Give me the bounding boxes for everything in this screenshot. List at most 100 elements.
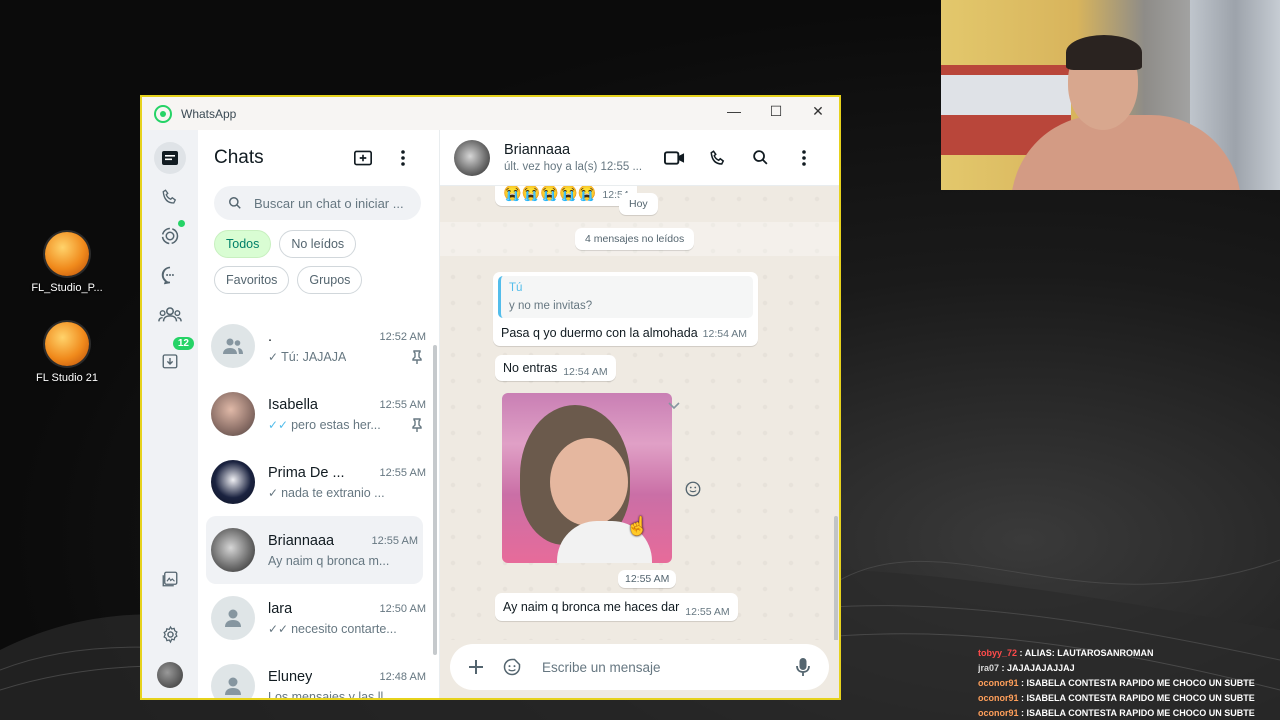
pin-icon (412, 349, 422, 364)
sticker-icon (503, 658, 521, 676)
chat-row-selected[interactable]: Briannaaa 12:55 AM Ay naim q bronca m... (206, 516, 423, 584)
video-call-button[interactable] (653, 150, 696, 166)
status-nav-button[interactable] (154, 220, 186, 252)
avatar (211, 460, 255, 504)
chat-preview: pero estas her... (291, 417, 381, 432)
conversation-header[interactable]: Briannaaa últ. vez hoy a la(s) 12:55 ... (440, 130, 839, 186)
maximize-button[interactable]: ☐ (755, 97, 797, 125)
settings-nav-button[interactable] (154, 618, 186, 650)
message-time: 12:55 AM (685, 606, 730, 618)
new-chat-icon (354, 150, 372, 166)
avatar (211, 392, 255, 436)
message-bubble-incoming[interactable]: Ay naim q bronca me haces dar 12:55 AM (495, 593, 738, 621)
contact-name: Briannaaa (504, 142, 571, 158)
stream-chat-line: tobyy_72 : ALIAS: LAUTAROSANROMAN (978, 648, 1154, 658)
conversation-scrollbar[interactable] (834, 516, 838, 640)
chat-name: . (268, 328, 273, 345)
group-avatar (211, 324, 255, 368)
chat-preview: necesito contarte... (291, 621, 397, 636)
desktop-icon-label: FL Studio 21 (36, 372, 98, 384)
message-time: 12:54 AM (563, 366, 608, 378)
archived-nav-button[interactable]: 12 (154, 337, 194, 377)
chevron-down-icon[interactable] (668, 402, 680, 410)
stream-chat-line: oconor91 : ISABELA CONTESTA RAPIDO ME CH… (978, 693, 1255, 703)
chat-time: 12:50 AM (379, 602, 426, 615)
chat-time: 12:52 AM (379, 330, 426, 343)
chat-list-scrollbar[interactable] (433, 345, 437, 655)
channels-nav-button[interactable] (154, 259, 186, 291)
avatar (211, 596, 255, 640)
chat-name: Isabella (268, 396, 318, 413)
search-placeholder: Buscar un chat o iniciar ... (254, 195, 404, 211)
fl-studio-icon (45, 322, 89, 366)
chat-time: 12:55 AM (379, 466, 426, 479)
conversation-panel: Briannaaa últ. vez hoy a la(s) 12:55 ... (440, 130, 839, 698)
chat-row[interactable]: Eluney 12:48 AM Los mensajes y las ll... (198, 652, 431, 700)
fl-studio-icon (45, 232, 89, 276)
desktop-icon-fl-studio-portable[interactable]: FL_Studio_P... (27, 232, 107, 294)
message-bubble-incoming[interactable]: 😭😭😭😭😭 12:54 (495, 186, 637, 206)
quoted-message[interactable]: Tú y no me invitas? (498, 276, 753, 318)
status-unread-dot (178, 220, 185, 227)
image-time: 12:55 AM (618, 570, 677, 588)
chat-row[interactable]: Prima De ... 12:55 AM ✓ nada te extranio .… (198, 448, 431, 516)
default-user-icon (225, 609, 241, 627)
close-button[interactable]: ✕ (797, 97, 839, 125)
filter-unread[interactable]: No leídos (279, 230, 357, 258)
contact-avatar[interactable] (454, 139, 490, 176)
chat-time: 12:55 AM (371, 534, 418, 547)
search-icon (229, 197, 241, 209)
minimize-button[interactable]: — (713, 97, 755, 125)
image-message[interactable] (502, 393, 672, 563)
archived-count-badge: 12 (172, 337, 194, 350)
chats-nav-button[interactable] (154, 142, 186, 174)
media-nav-button[interactable] (154, 563, 186, 595)
communities-nav-button[interactable] (154, 298, 186, 330)
react-emoji-icon[interactable] (684, 480, 702, 498)
video-camera-icon (664, 150, 685, 165)
date-separator: Hoy (619, 193, 658, 215)
calls-nav-button[interactable] (154, 181, 186, 213)
conversation-menu-button[interactable] (782, 149, 825, 166)
message-text: Pasa q yo duermo con la almohada (501, 326, 698, 340)
message-composer[interactable]: Escribe un mensaje (450, 644, 829, 690)
attach-button[interactable] (462, 659, 490, 675)
title-bar[interactable]: WhatsApp — ☐ ✕ (142, 97, 839, 130)
filter-all[interactable]: Todos (214, 230, 272, 258)
whatsapp-window: WhatsApp — ☐ ✕ 12 Chats Buscar un chat o… (140, 95, 841, 700)
new-chat-button[interactable] (343, 149, 383, 167)
sticker-button[interactable] (498, 657, 526, 677)
chat-row[interactable]: Isabella 12:55 AM ✓✓ pero estas her... (198, 380, 431, 448)
chat-list-menu-button[interactable] (383, 150, 423, 166)
voice-call-button[interactable] (696, 149, 739, 167)
phone-icon (162, 189, 177, 204)
desktop-icon-label: FL_Studio_P... (31, 282, 103, 294)
chat-preview: Tú: JAJAJA (281, 349, 347, 364)
desktop-icon-fl-studio-21[interactable]: FL Studio 21 (27, 322, 107, 384)
message-bubble-incoming[interactable]: Tú y no me invitas? Pasa q yo duermo con… (493, 272, 758, 346)
message-input[interactable]: Escribe un mensaje (542, 660, 781, 675)
filter-favorites[interactable]: Favoritos (214, 266, 290, 294)
quote-text: y no me invitas? (509, 300, 593, 312)
mouse-cursor: ☝ (626, 516, 649, 536)
avatar (211, 664, 255, 698)
filter-groups[interactable]: Grupos (297, 266, 363, 294)
message-bubble-incoming[interactable]: No entras 12:54 AM (495, 355, 616, 381)
communities-icon (158, 307, 182, 322)
search-messages-button[interactable] (739, 149, 782, 166)
chat-row[interactable]: . 12:52 AM ✓ Tú: JAJAJA (198, 312, 431, 380)
profile-button[interactable] (154, 659, 186, 691)
chat-name: Prima De ... (268, 464, 345, 481)
avatar (211, 528, 255, 572)
more-vertical-icon (401, 150, 405, 166)
chat-preview: Los mensajes y las ll... (268, 689, 394, 700)
channels-icon (161, 266, 174, 285)
stream-chat-line: oconor91 : ISABELA CONTESTA RAPIDO ME CH… (978, 708, 1255, 718)
chat-row[interactable]: lara 12:50 AM ✓✓ necesito contarte... (198, 584, 431, 652)
whatsapp-logo-icon (154, 104, 172, 123)
chat-list-title: Chats (214, 147, 264, 168)
chat-name: Eluney (268, 668, 313, 685)
voice-message-button[interactable] (789, 657, 817, 677)
search-input[interactable]: Buscar un chat o iniciar ... (214, 186, 421, 220)
webcam-overlay (941, 0, 1280, 190)
